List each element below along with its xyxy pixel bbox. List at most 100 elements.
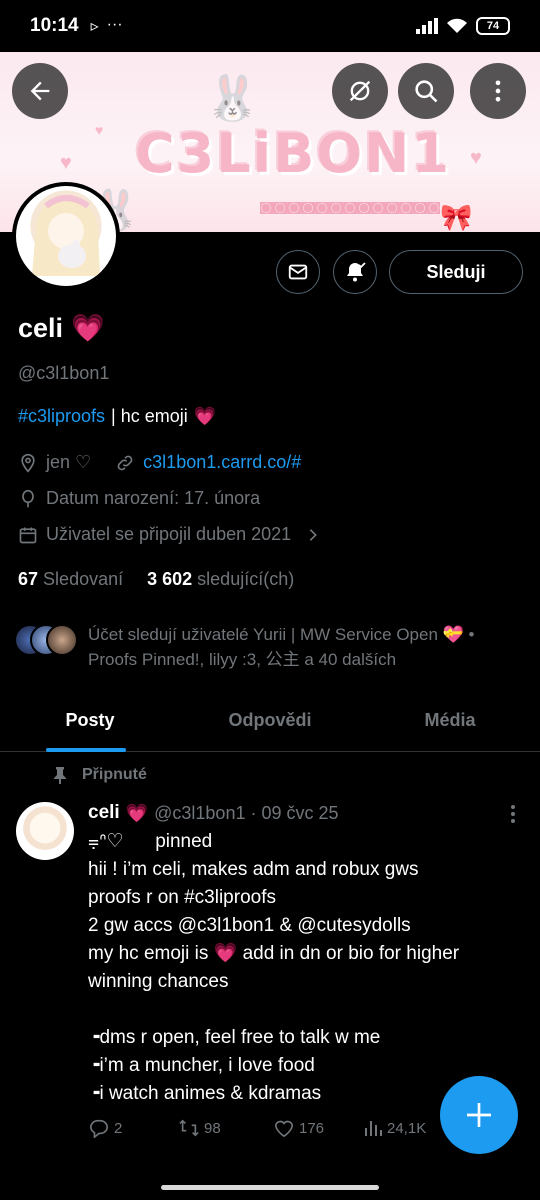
bio-text: | hc emoji: [111, 406, 188, 426]
back-button[interactable]: [12, 63, 68, 119]
profile-meta-row: jen ♡ c3l1bon1.carrd.co/#: [18, 452, 301, 473]
repost-count: 98: [204, 1119, 221, 1137]
followed-by-row[interactable]: Účet sledují uživatelé Yurii | MW Servic…: [14, 622, 528, 672]
post-line: ⩦ᐢ♡ pinned: [88, 831, 213, 852]
bunny-decoration: 🐰: [205, 74, 260, 123]
calendar-icon: [19, 527, 37, 543]
tab-replies[interactable]: Odpovědi: [180, 690, 360, 751]
bio-hashtag-link[interactable]: #c3liproofs: [18, 406, 105, 427]
notifications-button[interactable]: [333, 250, 377, 294]
like-button[interactable]: 176: [273, 1118, 363, 1138]
more-vertical-icon: [511, 805, 515, 823]
followers-count: 3 602: [147, 569, 193, 589]
post-line: winning chances: [88, 971, 229, 992]
post-line: 2 gw accs @c3l1bon1 & @cutesydolls: [88, 915, 411, 936]
bead-decoration: [260, 202, 440, 214]
bell-check-icon: [347, 262, 366, 282]
profile-avatar[interactable]: [12, 182, 120, 290]
bow-decoration: 🎀: [440, 202, 473, 232]
follower-avatars: [14, 622, 80, 658]
display-name-text: celi: [18, 312, 64, 343]
post-handle-date: @c3l1bon1 · 09 čvc 25: [154, 802, 339, 823]
like-count: 176: [299, 1119, 325, 1137]
followers-stat[interactable]: 3 602 sledující(ch): [147, 569, 294, 590]
heart-decoration: ♥: [95, 122, 104, 138]
chevron-right-icon: [309, 528, 318, 541]
following-count: 67: [18, 569, 39, 589]
post-line: ╺i’m a muncher, i love food: [88, 1055, 315, 1076]
post-author-emoji: 💗: [125, 802, 149, 823]
more-options-button[interactable]: [470, 63, 526, 119]
repost-icon: [179, 1119, 199, 1137]
wifi-icon: [447, 18, 467, 33]
pin-icon: [54, 767, 66, 784]
post-line: ╺i watch animes & kdramas: [88, 1083, 322, 1104]
joined-row[interactable]: Uživatel se připojil duben 2021: [18, 524, 321, 545]
home-indicator[interactable]: [161, 1185, 379, 1190]
post-author-avatar[interactable]: [16, 802, 74, 860]
profile-tabs: Posty Odpovědi Média: [0, 690, 540, 752]
status-time: 10:14: [30, 15, 79, 36]
notification-icons: ▹ ···: [91, 16, 123, 36]
envelope-icon: [288, 264, 308, 280]
heart-icon: [274, 1120, 294, 1138]
search-icon: [415, 80, 438, 103]
status-right: 74: [416, 17, 510, 35]
pinned-label: Připnuté: [82, 766, 147, 783]
profile-handle: @c3l1bon1: [18, 363, 110, 383]
reply-icon: [89, 1119, 108, 1138]
post-author-name[interactable]: celi: [88, 802, 120, 824]
tab-posts[interactable]: Posty: [0, 690, 180, 752]
more-notifications-icon: ···: [106, 16, 123, 33]
follower-avatar: [46, 624, 78, 656]
arrow-left-icon: [30, 81, 50, 101]
followers-label: sledující(ch): [197, 569, 295, 589]
post-header: celi 💗 @c3l1bon1 · 09 čvc 25: [88, 802, 339, 824]
link-icon: [117, 455, 133, 470]
grok-button[interactable]: [332, 63, 388, 119]
search-button[interactable]: [398, 63, 454, 119]
pinned-indicator: Připnuté: [52, 766, 147, 784]
post-line: proofs r on #c3liproofs: [88, 887, 276, 908]
name-heart-emoji: 💗: [71, 313, 105, 343]
post-line: my hc emoji is 💗 add in dn or bio for hi…: [88, 943, 460, 964]
following-stat[interactable]: 67 Sledovaní: [18, 569, 123, 590]
status-bar: 10:14 ▹ ··· 74: [0, 0, 540, 52]
following-label: Sledovaní: [43, 569, 124, 589]
views-chart-icon: [365, 1121, 382, 1136]
birthday-text: Datum narození: 17. února: [46, 488, 261, 508]
heart-decoration: ♥: [470, 147, 482, 169]
website-link[interactable]: c3l1bon1.carrd.co/#: [143, 452, 301, 473]
joined-text: Uživatel se připojil duben 2021: [46, 524, 292, 544]
avatar-illustration: [32, 195, 100, 276]
post-line: [88, 996, 498, 1024]
balloon-icon: [22, 489, 34, 507]
location-pin-icon: [21, 453, 35, 473]
banner-logo-text: C3LiBON1: [135, 122, 451, 185]
compose-post-button[interactable]: [440, 1076, 518, 1154]
views-button[interactable]: 24,1K: [363, 1118, 426, 1138]
plus-icon: [467, 1103, 491, 1127]
followed-by-text: Účet sledují uživatelé Yurii | MW Servic…: [88, 625, 475, 669]
message-button[interactable]: [276, 250, 320, 294]
grok-icon: [349, 80, 371, 102]
media-icon: ▹: [90, 18, 99, 35]
bio-emoji: 💗: [193, 406, 217, 426]
birthday-row: Datum narození: 17. února: [18, 488, 260, 509]
tab-media[interactable]: Média: [360, 690, 540, 751]
post-text: ⩦ᐢ♡ pinned hii ! i’m celi, makes adm and…: [88, 828, 498, 1108]
reply-button[interactable]: 2: [88, 1118, 178, 1138]
battery-icon: 74: [476, 17, 510, 35]
post-line: hii ! i’m celi, makes adm and robux gws: [88, 859, 419, 880]
follow-stats: 67 Sledovaní 3 602 sledující(ch): [18, 569, 294, 590]
signal-icon: [416, 18, 438, 34]
display-name: celi 💗: [18, 312, 105, 344]
post-more-button[interactable]: [503, 803, 523, 830]
location-text: jen ♡: [46, 452, 92, 472]
repost-button[interactable]: 98: [178, 1118, 273, 1138]
following-button[interactable]: Sleduji: [389, 250, 523, 294]
post-line: ╺dms r open, feel free to talk w me: [88, 1027, 381, 1048]
more-vertical-icon: [495, 80, 501, 102]
avatar-image: [16, 186, 116, 286]
view-count: 24,1K: [387, 1119, 427, 1137]
